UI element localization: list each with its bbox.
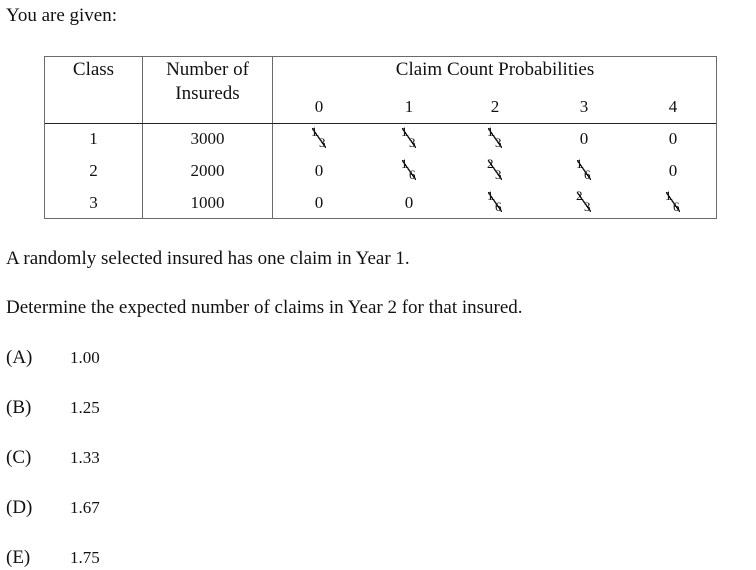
choice-label: (D)	[6, 497, 33, 518]
fraction: 13	[398, 125, 420, 150]
choice-value: 1.67	[70, 498, 100, 517]
header-insureds-line2: Insureds	[175, 83, 240, 104]
probability-cell: 13	[475, 125, 515, 156]
choice-label: (C)	[6, 447, 32, 468]
fraction: 16	[662, 189, 684, 214]
row-insureds: 1000	[190, 193, 225, 212]
header-class: Class	[72, 59, 115, 80]
fraction-denominator: 3	[584, 199, 591, 214]
choice-label: (A)	[6, 347, 33, 368]
header-count-4: 4	[668, 97, 678, 116]
fraction: 23	[484, 157, 506, 182]
header-count-0: 0	[314, 97, 324, 116]
header-count-1: 1	[404, 97, 414, 116]
fraction-denominator: 6	[584, 167, 591, 182]
fraction: 23	[573, 189, 595, 214]
row-insureds: 2000	[190, 161, 225, 180]
fraction: 16	[484, 189, 506, 214]
header-claim-count-probabilities: Claim Count Probabilities	[395, 59, 595, 80]
probability-cell: 0	[314, 193, 324, 212]
header-count-2: 2	[490, 97, 500, 116]
probability-cell: 23	[475, 157, 515, 188]
fraction: 16	[573, 157, 595, 182]
fraction: 16	[398, 157, 420, 182]
answer-choice[interactable]: (A) 1.00	[6, 346, 100, 370]
probability-cell: 13	[389, 125, 429, 156]
answer-choice[interactable]: (B) 1.25	[6, 396, 100, 420]
probability-cell: 13	[299, 125, 339, 156]
fraction-denominator: 3	[409, 135, 416, 150]
probability-cell: 0	[668, 161, 678, 180]
row-class: 3	[89, 193, 98, 212]
probability-cell: 23	[564, 189, 604, 220]
answer-choice[interactable]: (D) 1.67	[6, 496, 100, 520]
row-insureds: 3000	[190, 129, 225, 148]
fraction-denominator: 3	[495, 167, 502, 182]
probability-cell: 0	[668, 129, 678, 148]
answer-choice[interactable]: (E) 1.75	[6, 546, 100, 570]
fraction-denominator: 6	[409, 167, 416, 182]
header-divider	[45, 123, 716, 124]
probability-cell: 16	[475, 189, 515, 220]
choice-value: 1.75	[70, 548, 100, 567]
probability-cell: 16	[653, 189, 693, 220]
fraction: 13	[308, 125, 330, 150]
probability-cell: 0	[579, 129, 589, 148]
choice-value: 1.00	[70, 348, 100, 367]
claim-probability-table: Class Number of Insureds Claim Count Pro…	[44, 56, 717, 219]
probability-cell: 0	[314, 161, 324, 180]
statement-text: A randomly selected insured has one clai…	[6, 248, 410, 269]
question-text: Determine the expected number of claims …	[6, 297, 523, 318]
row-class: 2	[89, 161, 98, 180]
fraction-denominator: 6	[495, 199, 502, 214]
fraction-denominator: 3	[495, 135, 502, 150]
choice-value: 1.33	[70, 448, 100, 467]
fraction: 13	[484, 125, 506, 150]
header-insureds-line1: Number of	[166, 59, 249, 80]
row-class: 1	[89, 129, 98, 148]
answer-choice[interactable]: (C) 1.33	[6, 446, 100, 470]
choice-value: 1.25	[70, 398, 100, 417]
probability-cell: 16	[389, 157, 429, 188]
choice-label: (E)	[6, 547, 31, 568]
header-count-3: 3	[579, 97, 589, 116]
probability-cell: 0	[404, 193, 414, 212]
fraction-denominator: 6	[673, 199, 680, 214]
fraction-denominator: 3	[319, 135, 326, 150]
probability-cell: 16	[564, 157, 604, 188]
intro-text: You are given:	[6, 5, 118, 26]
choice-label: (B)	[6, 397, 32, 418]
